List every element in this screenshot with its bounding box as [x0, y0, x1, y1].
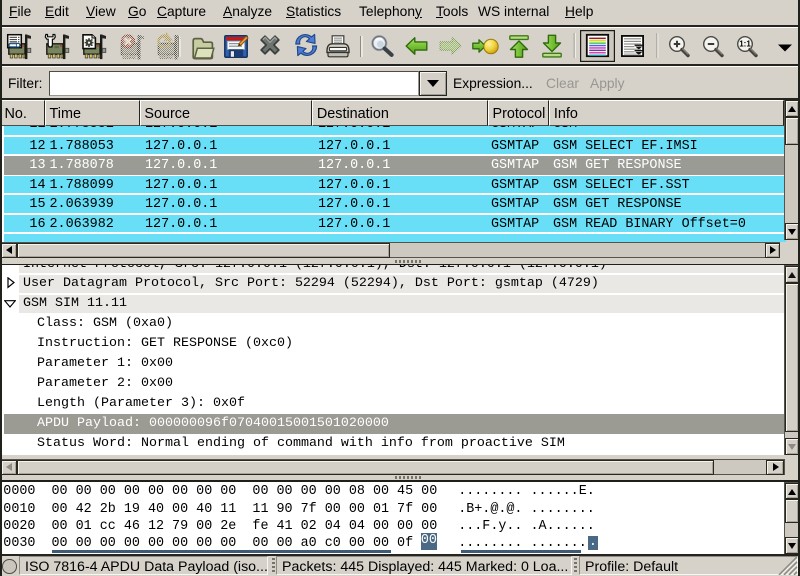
- svg-text:1:1: 1:1: [739, 40, 751, 49]
